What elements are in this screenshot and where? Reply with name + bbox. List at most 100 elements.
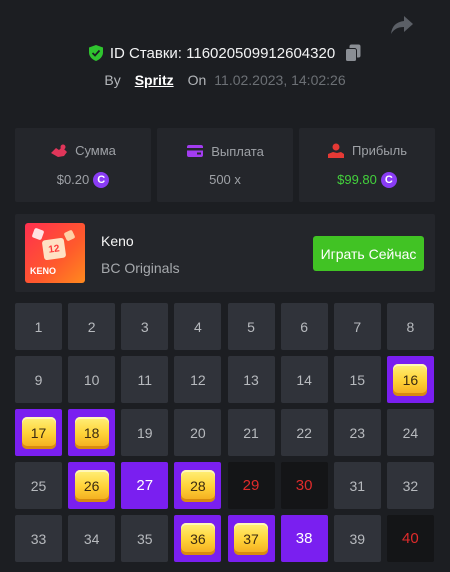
profit-icon (328, 143, 344, 158)
keno-cell-23: 23 (333, 409, 381, 456)
keno-cell-9: 9 (15, 356, 62, 403)
bet-id-text: ID Ставки: 116020509912604320 (109, 44, 336, 62)
thumbnail-number: 12 (41, 237, 67, 261)
username-link[interactable]: Spritz (135, 72, 174, 88)
wallet-icon (187, 145, 204, 157)
keno-cell-number: 9 (34, 371, 43, 388)
keno-board: 1 2 3 4 5 6 7 8 9 10 11 12 13 14 15 16 17 18 19 20 21 22 23 24 2… (15, 303, 435, 562)
keno-cell-37: 37 (227, 515, 275, 562)
keno-cell-36: 36 (174, 515, 222, 562)
bet-meta: By Spritz On 11.02.2023, 14:02:26 (0, 72, 450, 88)
keno-cell-3: 3 (121, 303, 169, 350)
keno-cell-number: 27 (136, 477, 154, 494)
money-bag-icon (51, 144, 68, 157)
by-label: By (104, 72, 121, 88)
keno-cell-21: 21 (227, 409, 275, 456)
game-name: Keno (101, 233, 134, 249)
keno-cell-number: 31 (349, 477, 366, 494)
keno-cell-25: 25 (15, 462, 62, 509)
gem-tile-icon: 36 (180, 522, 215, 555)
keno-thumbnail[interactable]: 12 KENO (25, 223, 85, 283)
keno-cell-number: 1 (34, 318, 43, 335)
keno-cell-24: 24 (386, 409, 434, 456)
stat-amount-label: Сумма (75, 143, 116, 158)
keno-cell-1: 1 (15, 303, 62, 350)
keno-cell-number: 19 (136, 424, 153, 441)
keno-cell-11: 11 (121, 356, 169, 403)
stat-amount: Сумма $0.20 C (15, 128, 151, 202)
keno-cell-number: 3 (140, 318, 149, 335)
keno-cell-7: 7 (333, 303, 381, 350)
bet-stats: Сумма $0.20 C Выплата 500 x Прибыль $99.… (15, 128, 435, 202)
keno-cell-14: 14 (280, 356, 328, 403)
keno-cell-40: 40 (386, 515, 434, 562)
keno-cell-20: 20 (174, 409, 222, 456)
keno-cell-31: 31 (333, 462, 381, 509)
shield-check-icon (88, 45, 103, 61)
copy-icon[interactable] (345, 44, 361, 62)
gem-tile-icon: 28 (180, 469, 215, 502)
keno-cell-32: 32 (386, 462, 434, 509)
keno-cell-number: 33 (30, 530, 47, 547)
stat-profit: Прибыль $99.80 C (299, 128, 435, 202)
keno-cell-30: 30 (280, 462, 328, 509)
keno-cell-number: 25 (30, 477, 47, 494)
stat-profit-value: $99.80 (337, 172, 377, 187)
keno-cell-number: 34 (83, 530, 100, 547)
gem-tile-icon: 18 (74, 416, 109, 449)
keno-cell-number: 38 (295, 530, 313, 547)
keno-cell-number: 20 (190, 424, 206, 441)
keno-cell-number: 35 (136, 530, 153, 547)
gem-tile-icon: 26 (74, 469, 109, 502)
keno-cell-number: 8 (406, 318, 415, 335)
bet-id-header: ID Ставки: 116020509912604320 (0, 44, 450, 62)
keno-cell-number: 14 (296, 371, 312, 388)
keno-cell-22: 22 (280, 409, 328, 456)
keno-cell-number: 4 (193, 318, 202, 335)
keno-cell-2: 2 (68, 303, 116, 350)
keno-cell-10: 10 (68, 356, 116, 403)
keno-cell-26: 26 (68, 462, 116, 509)
keno-cell-number: 23 (349, 424, 366, 441)
keno-cell-35: 35 (121, 515, 169, 562)
play-now-button[interactable]: Играть Сейчас (313, 236, 424, 271)
keno-cell-number: 5 (247, 318, 255, 335)
keno-cell-number: 7 (353, 318, 362, 335)
keno-cell-16: 16 (386, 356, 434, 403)
keno-cell-27: 27 (121, 462, 169, 509)
on-label: On (187, 72, 207, 88)
coin-icon: C (380, 171, 397, 188)
coin-icon: C (93, 171, 110, 188)
keno-cell-number: 30 (295, 477, 313, 494)
stat-payout: Выплата 500 x (157, 128, 293, 202)
keno-cell-6: 6 (280, 303, 328, 350)
keno-cell-38: 38 (280, 515, 328, 562)
keno-cell-number: 10 (83, 371, 100, 388)
gem-tile-icon: 37 (234, 522, 268, 555)
game-card: 12 KENO Keno BC Originals Играть Сейчас (15, 214, 435, 292)
gem-tile-icon: 16 (393, 363, 428, 396)
keno-cell-number: 21 (243, 424, 259, 441)
stat-amount-value: $0.20 (56, 172, 90, 187)
stat-payout-value: 500 x (209, 172, 241, 187)
keno-cell-12: 12 (174, 356, 222, 403)
keno-cell-28: 28 (174, 462, 222, 509)
keno-cell-number: 6 (300, 318, 309, 335)
keno-cell-number: 32 (402, 477, 419, 494)
keno-cell-34: 34 (68, 515, 116, 562)
thumbnail-logo-text: KENO (30, 266, 57, 276)
keno-cell-number: 13 (243, 371, 259, 388)
keno-cell-29: 29 (227, 462, 275, 509)
keno-cell-17: 17 (15, 409, 62, 456)
game-provider: BC Originals (101, 260, 180, 276)
stat-payout-label: Выплата (211, 143, 264, 159)
keno-cell-number: 11 (137, 371, 153, 388)
bet-date: 11.02.2023, 14:02:26 (214, 72, 346, 88)
keno-cell-33: 33 (15, 515, 62, 562)
keno-cell-13: 13 (227, 356, 275, 403)
keno-cell-number: 15 (349, 371, 366, 388)
keno-cell-15: 15 (333, 356, 381, 403)
keno-cell-number: 29 (242, 477, 260, 494)
share-icon[interactable] (390, 14, 414, 36)
keno-cell-number: 39 (349, 530, 366, 547)
